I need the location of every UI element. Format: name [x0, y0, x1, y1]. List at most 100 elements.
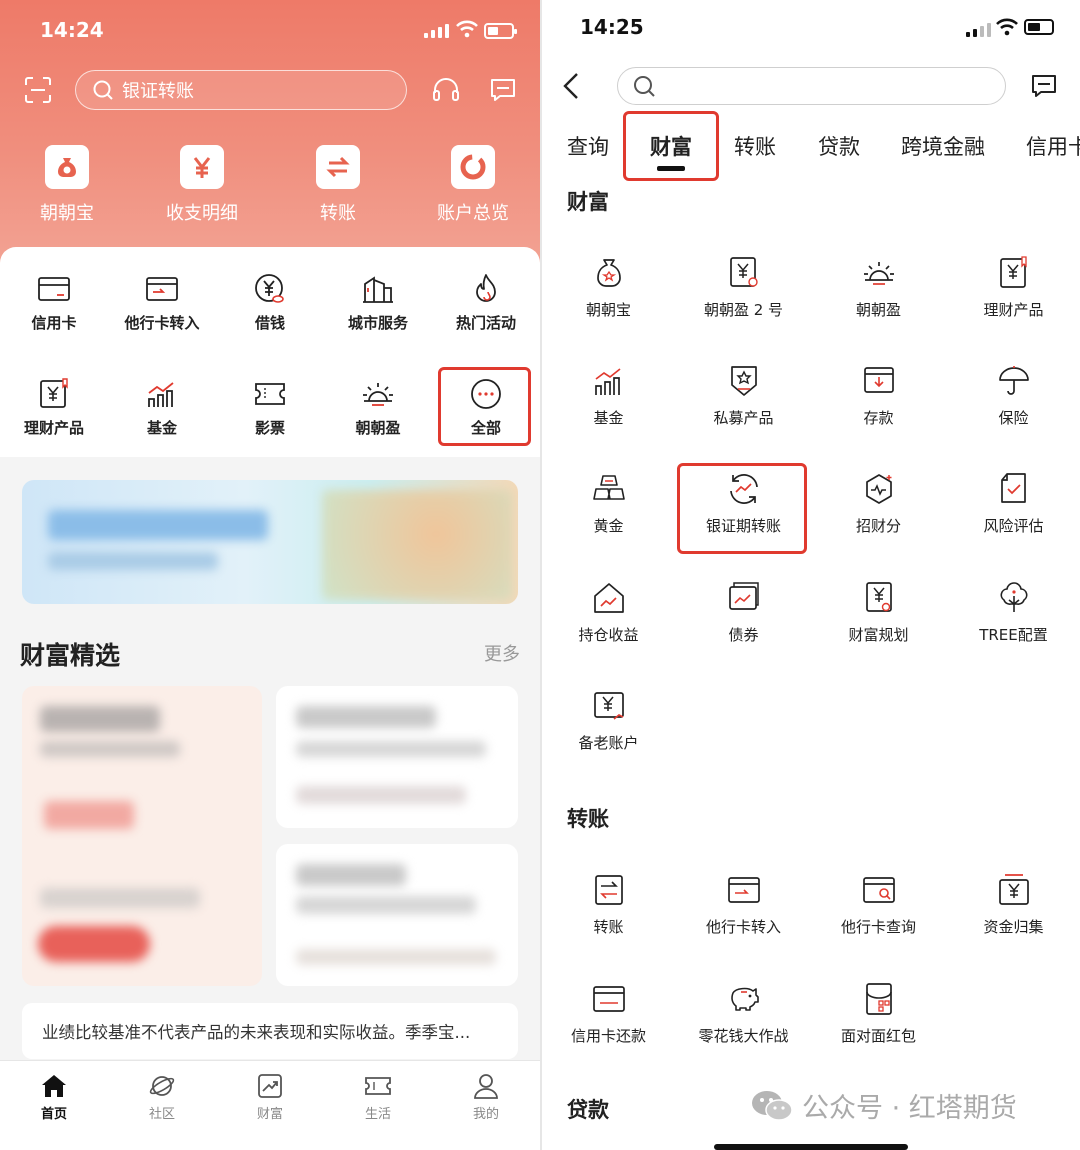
- card-rate-blurred: [44, 801, 134, 829]
- card-transfer-in-icon: [146, 277, 178, 301]
- card-search-icon: [862, 877, 895, 903]
- pension-icon: [593, 692, 624, 720]
- item-fund[interactable]: 基金: [542, 363, 676, 428]
- home-screen: 14:24 银证转账 朝朝宝 收支明细 转账 账户总览 信用卡 他行卡转入 借钱…: [0, 0, 540, 1150]
- item-label: 理财产品: [983, 301, 1044, 319]
- quick-income-expense[interactable]: 收支明细: [147, 145, 257, 225]
- wealth-card-3[interactable]: [276, 844, 518, 986]
- gold-bars-icon: [592, 475, 625, 500]
- quick-account-overview[interactable]: 账户总览: [418, 145, 528, 225]
- search-icon: [93, 80, 113, 100]
- item-wealth-planning[interactable]: 财富规划: [811, 580, 946, 645]
- item-credit-card-repay[interactable]: 信用卡还款: [542, 981, 676, 1046]
- home-indicator: [714, 1144, 908, 1150]
- quick-label: 账户总览: [437, 203, 509, 224]
- item-bond[interactable]: 债券: [676, 580, 811, 645]
- tab-community[interactable]: 社区: [108, 1061, 216, 1150]
- grid-item-hot-activity[interactable]: 热门活动: [432, 272, 540, 333]
- card-text-blurred: [296, 896, 476, 914]
- item-wealth-product[interactable]: 理财产品: [946, 255, 1080, 320]
- piggy-icon: [730, 987, 759, 1011]
- item-card-query[interactable]: 他行卡查询: [811, 872, 946, 937]
- status-time: 14:24: [40, 18, 104, 42]
- quick-chaochaobao[interactable]: 朝朝宝: [12, 145, 122, 225]
- item-chaochaobao[interactable]: 朝朝宝: [542, 255, 676, 320]
- item-tree-allocation[interactable]: TREE配置: [946, 580, 1080, 645]
- item-fund-collect[interactable]: 资金归集: [946, 872, 1080, 937]
- grid-label: 信用卡: [31, 314, 77, 332]
- grid-label: 借钱: [254, 314, 285, 332]
- search-input[interactable]: 银证转账: [75, 70, 407, 110]
- tab-home[interactable]: 首页: [0, 1061, 108, 1150]
- tab-credit-card[interactable]: 信用卡: [1026, 131, 1080, 161]
- search-input[interactable]: [617, 67, 1006, 105]
- banner-subtitle-blurred: [48, 552, 218, 570]
- donut-icon: [451, 145, 495, 189]
- quick-transfer[interactable]: 转账: [283, 145, 393, 225]
- item-pocket-money[interactable]: 零花钱大作战: [676, 981, 811, 1046]
- tab-query[interactable]: 查询: [567, 131, 609, 161]
- wealth-more-link[interactable]: 更多: [484, 640, 520, 666]
- tab-life[interactable]: 生活: [324, 1061, 432, 1150]
- grid-item-zhaozhaoying[interactable]: 朝朝盈: [324, 377, 432, 438]
- tab-wealth[interactable]: 财富: [216, 1061, 324, 1150]
- item-holding-income[interactable]: 持仓收益: [542, 580, 676, 645]
- item-label: 资金归集: [983, 918, 1044, 936]
- grid-item-wealth-product[interactable]: 理财产品: [0, 377, 108, 438]
- item-zhaocaifen[interactable]: 招财分: [811, 471, 946, 536]
- item-gold[interactable]: 黄金: [542, 471, 676, 536]
- grid-item-card-transfer-in[interactable]: 他行卡转入: [108, 272, 216, 333]
- item-private-fund[interactable]: 私募产品: [676, 363, 811, 428]
- home-icon: [42, 1075, 66, 1097]
- card-text-blurred: [40, 888, 200, 908]
- tab-loan[interactable]: 贷款: [818, 131, 860, 161]
- item-deposit[interactable]: 存款: [811, 363, 946, 428]
- message-icon[interactable]: [490, 77, 516, 103]
- grid-item-city-service[interactable]: 城市服务: [324, 272, 432, 333]
- city-icon: [363, 276, 393, 303]
- headset-icon[interactable]: [431, 76, 461, 104]
- promo-banner[interactable]: [22, 480, 518, 604]
- grid-item-credit-card[interactable]: 信用卡: [0, 272, 108, 333]
- signal-icon: [966, 23, 991, 37]
- banner-image-blurred: [322, 490, 512, 600]
- wealth-card-featured[interactable]: [22, 686, 262, 986]
- tab-label: 首页: [40, 1107, 67, 1122]
- banner-title-blurred: [48, 510, 268, 540]
- tab-mine[interactable]: 我的: [432, 1061, 540, 1150]
- flame-icon: [476, 274, 496, 302]
- umbrella-icon: [998, 366, 1029, 395]
- ticket-icon: [365, 1077, 391, 1095]
- item-transfer[interactable]: 转账: [542, 872, 676, 937]
- wealth-product-icon: [999, 256, 1027, 288]
- item-risk-assessment[interactable]: 风险评估: [946, 471, 1080, 536]
- grid-item-movie-ticket[interactable]: 影票: [216, 377, 324, 438]
- status-time: 14:25: [580, 15, 644, 39]
- tab-label: 我的: [472, 1107, 499, 1122]
- grid-item-borrow[interactable]: 借钱: [216, 272, 324, 333]
- fund-chart-icon: [594, 368, 621, 395]
- deposit-icon: [863, 367, 894, 393]
- item-zhaozhaoying[interactable]: 朝朝盈: [811, 255, 946, 320]
- item-label: 零花钱大作战: [698, 1027, 789, 1045]
- tab-transfer[interactable]: 转账: [734, 131, 776, 161]
- bottom-tab-bar: 首页 社区 财富 生活 我的: [0, 1060, 540, 1150]
- battery-icon: [1024, 19, 1057, 35]
- signal-icon: [424, 24, 449, 38]
- grid-item-fund[interactable]: 基金: [108, 377, 216, 438]
- item-card-transfer-in[interactable]: 他行卡转入: [676, 872, 811, 937]
- item-zhaozhaoying-2[interactable]: 朝朝盈 2 号: [676, 255, 811, 320]
- grid-label: 基金: [146, 419, 177, 437]
- wealth-card-2[interactable]: [276, 686, 518, 828]
- message-icon[interactable]: [1031, 73, 1057, 99]
- item-f2f-red-envelope[interactable]: 面对面红包: [811, 981, 946, 1046]
- item-insurance[interactable]: 保险: [946, 363, 1080, 428]
- tab-cross-border[interactable]: 跨境金融: [901, 131, 985, 161]
- highlight-box-all: [438, 367, 531, 446]
- watermark-text: 公众号 · 红塔期货: [802, 1093, 1017, 1124]
- tab-label: 生活: [364, 1107, 391, 1122]
- trend-icon: [258, 1074, 282, 1098]
- item-pension-account[interactable]: 备老账户: [542, 688, 676, 753]
- scan-icon[interactable]: [24, 76, 52, 104]
- back-chevron-icon[interactable]: [560, 70, 584, 102]
